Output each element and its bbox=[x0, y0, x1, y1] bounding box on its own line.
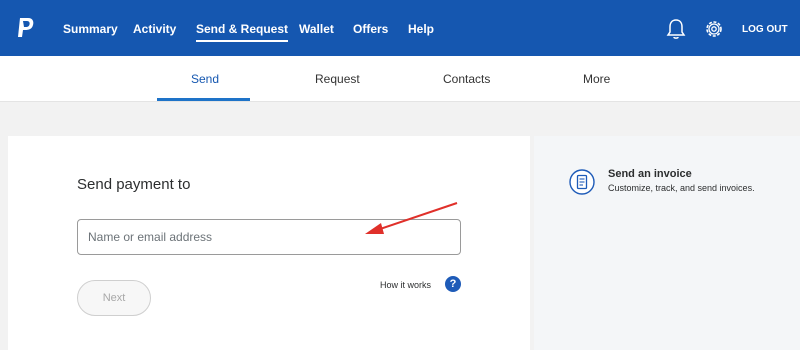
gear-icon[interactable] bbox=[703, 18, 725, 40]
nav-summary[interactable]: Summary bbox=[63, 22, 118, 36]
send-invoice-title[interactable]: Send an invoice bbox=[608, 168, 692, 180]
nav-activity[interactable]: Activity bbox=[133, 22, 176, 36]
tab-request[interactable]: Request bbox=[315, 72, 360, 86]
nav-offers[interactable]: Offers bbox=[353, 22, 388, 36]
tab-contacts[interactable]: Contacts bbox=[443, 72, 490, 86]
nav-wallet[interactable]: Wallet bbox=[299, 22, 334, 36]
question-circle-icon[interactable]: ? bbox=[445, 276, 461, 292]
next-button[interactable]: Next bbox=[77, 280, 151, 316]
tab-send[interactable]: Send bbox=[191, 72, 219, 86]
logout-link[interactable]: LOG OUT bbox=[742, 24, 788, 35]
send-request-subnav: Send Request Contacts More bbox=[0, 56, 800, 102]
top-navigation-bar: Summary Activity Send & Request Wallet O… bbox=[0, 0, 800, 56]
send-invoice-description: Customize, track, and send invoices. bbox=[608, 183, 755, 193]
nav-help[interactable]: Help bbox=[408, 22, 434, 36]
bell-icon[interactable] bbox=[666, 18, 686, 40]
nav-send-request[interactable]: Send & Request bbox=[196, 22, 289, 42]
paypal-logo-icon[interactable] bbox=[14, 16, 36, 40]
annotation-arrow-icon bbox=[365, 202, 458, 234]
active-tab-indicator bbox=[157, 98, 250, 101]
how-it-works-link[interactable]: How it works bbox=[380, 280, 431, 290]
tab-more[interactable]: More bbox=[583, 72, 610, 86]
send-payment-heading: Send payment to bbox=[77, 176, 191, 193]
invoice-icon[interactable] bbox=[569, 169, 595, 195]
